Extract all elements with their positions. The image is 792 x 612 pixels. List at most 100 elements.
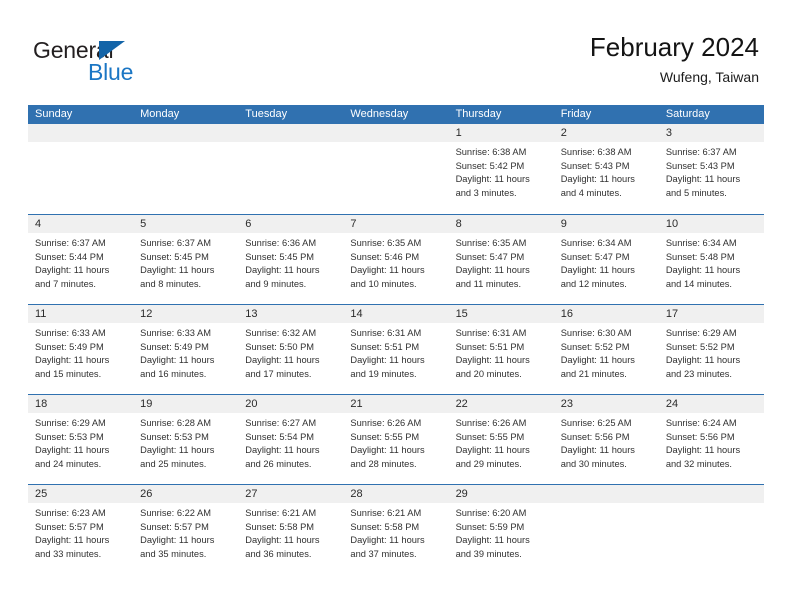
day-number-band: 20: [238, 395, 344, 413]
day-of-week-header-row: Sunday Monday Tuesday Wednesday Thursday…: [28, 105, 764, 124]
day-number-band: 18: [28, 395, 134, 413]
day-sun-info: Sunrise: 6:32 AM Sunset: 5:50 PM Daylight:…: [238, 323, 343, 381]
calendar-day-cell[interactable]: 11 Sunrise: 6:33 AM Sunset: 5:49 PM Dayligh…: [28, 305, 134, 394]
daylight-text-line1: Daylight: 11 hours: [455, 355, 530, 366]
sunset-text: Sunset: 5:56 PM: [560, 431, 630, 442]
calendar-day-cell[interactable]: 21 Sunrise: 6:26 AM Sunset: 5:55 PM Dayligh…: [343, 395, 449, 484]
calendar-day-cell[interactable]: 25 Sunrise: 6:23 AM Sunset: 5:57 PM Dayligh…: [28, 485, 134, 574]
calendar-day-cell[interactable]: 2 Sunrise: 6:38 AM Sunset: 5:43 PM Daylight…: [553, 124, 659, 214]
day-sun-info: Sunrise: 6:38 AM Sunset: 5:43 PM Daylight:…: [554, 142, 659, 200]
calendar-day-cell[interactable]: 4 Sunrise: 6:37 AM Sunset: 5:44 PM Daylight…: [28, 215, 134, 304]
day-number: 18: [35, 398, 48, 410]
day-number: 10: [665, 218, 679, 230]
calendar-day-cell[interactable]: 3 Sunrise: 6:37 AM Sunset: 5:43 PM Daylight…: [658, 124, 764, 214]
day-sun-info: Sunrise: 6:36 AM Sunset: 5:45 PM Daylight:…: [238, 233, 343, 291]
sunset-text: Sunset: 5:51 PM: [350, 341, 420, 352]
day-number: 11: [35, 308, 47, 320]
day-sun-info: Sunrise: 6:27 AM Sunset: 5:54 PM Daylight:…: [238, 413, 343, 471]
daylight-text-line2: and 11 minutes.: [455, 278, 522, 289]
calendar-day-cell[interactable]: 8 Sunrise: 6:35 AM Sunset: 5:47 PM Daylight…: [448, 215, 554, 304]
sunrise-text: Sunrise: 6:37 AM: [140, 238, 211, 248]
calendar-day-cell[interactable]: 29 Sunrise: 6:20 AM Sunset: 5:59 PM Dayligh…: [448, 485, 554, 574]
daylight-text-line2: and 24 minutes.: [35, 458, 102, 469]
sunset-text: Sunset: 5:53 PM: [35, 431, 104, 442]
sunset-text: Sunset: 5:44 PM: [35, 251, 104, 262]
daylight-text-line1: Daylight: 11 hours: [245, 535, 320, 546]
daylight-text-line1: Daylight: 11 hours: [665, 174, 741, 185]
day-number-band: 23: [553, 395, 659, 413]
dow-header-saturday: Saturday: [665, 108, 710, 120]
day-number-band: 4: [28, 215, 134, 233]
calendar-day-cell[interactable]: 9 Sunrise: 6:34 AM Sunset: 5:47 PM Daylight…: [553, 215, 659, 304]
calendar-day-cell[interactable]: 12 Sunrise: 6:33 AM Sunset: 5:49 PM Dayligh…: [133, 305, 239, 394]
sunset-text: Sunset: 5:58 PM: [350, 521, 420, 532]
day-number: 2: [560, 127, 567, 139]
day-number: 12: [140, 308, 153, 320]
calendar-week-row: 4 Sunrise: 6:37 AM Sunset: 5:44 PM Daylight…: [28, 214, 764, 304]
calendar-day-cell[interactable]: 26 Sunrise: 6:22 AM Sunset: 5:57 PM Dayligh…: [133, 485, 239, 574]
calendar-day-cell[interactable]: 6 Sunrise: 6:36 AM Sunset: 5:45 PM Daylight…: [238, 215, 344, 304]
sunrise-text: Sunrise: 6:35 AM: [350, 238, 422, 248]
daylight-text-line2: and 10 minutes.: [350, 278, 417, 289]
sunset-text: Sunset: 5:42 PM: [455, 160, 525, 171]
daylight-text-line2: and 12 minutes.: [560, 278, 627, 289]
sunrise-text: Sunrise: 6:33 AM: [35, 328, 106, 338]
calendar-day-cell[interactable]: 1 Sunrise: 6:38 AM Sunset: 5:42 PM Daylight…: [448, 124, 554, 214]
sunset-text: Sunset: 5:43 PM: [560, 160, 630, 171]
daylight-text-line2: and 7 minutes.: [35, 278, 96, 289]
day-number: 25: [35, 488, 48, 500]
sunrise-text: Sunrise: 6:31 AM: [455, 328, 527, 338]
calendar-day-cell[interactable]: 16 Sunrise: 6:30 AM Sunset: 5:52 PM Dayligh…: [553, 305, 659, 394]
logo-triangle-icon: [99, 41, 125, 60]
calendar-day-cell[interactable]: 27 Sunrise: 6:21 AM Sunset: 5:58 PM Dayligh…: [238, 485, 344, 574]
calendar-day-cell[interactable]: 22 Sunrise: 6:26 AM Sunset: 5:55 PM Dayligh…: [448, 395, 554, 484]
day-number: 15: [455, 308, 468, 320]
day-number-band: 2: [553, 124, 659, 142]
day-number-band: 6: [238, 215, 344, 233]
day-number-band: [553, 485, 659, 503]
calendar-day-cell[interactable]: 23 Sunrise: 6:25 AM Sunset: 5:56 PM Dayligh…: [553, 395, 659, 484]
daylight-text-line1: Daylight: 11 hours: [140, 355, 215, 366]
calendar-day-cell[interactable]: 10 Sunrise: 6:34 AM Sunset: 5:48 PM Dayligh…: [658, 215, 764, 304]
day-number: 7: [350, 218, 357, 230]
calendar-day-cell[interactable]: 5 Sunrise: 6:37 AM Sunset: 5:45 PM Daylight…: [133, 215, 239, 304]
daylight-text-line2: and 33 minutes.: [35, 548, 102, 559]
calendar-day-cell[interactable]: 15 Sunrise: 6:31 AM Sunset: 5:51 PM Dayligh…: [448, 305, 554, 394]
day-sun-info: Sunrise: 6:38 AM Sunset: 5:42 PM Daylight:…: [449, 142, 554, 200]
dow-header-wednesday: Wednesday: [350, 108, 409, 120]
calendar-day-cell[interactable]: 18 Sunrise: 6:29 AM Sunset: 5:53 PM Dayligh…: [28, 395, 134, 484]
sunrise-text: Sunrise: 6:25 AM: [560, 418, 632, 428]
calendar-week-row: 11 Sunrise: 6:33 AM Sunset: 5:49 PM Dayligh…: [28, 304, 764, 394]
day-number-band: 1: [448, 124, 554, 142]
day-number: 16: [560, 308, 573, 320]
daylight-text-line1: Daylight: 11 hours: [140, 265, 215, 276]
daylight-text-line2: and 26 minutes.: [245, 458, 312, 469]
daylight-text-line1: Daylight: 11 hours: [350, 445, 425, 456]
day-number-band: 5: [133, 215, 239, 233]
day-number: 9: [560, 218, 567, 230]
daylight-text-line2: and 4 minutes.: [560, 187, 622, 198]
sunrise-text: Sunrise: 6:34 AM: [665, 238, 737, 248]
calendar-day-cell[interactable]: 20 Sunrise: 6:27 AM Sunset: 5:54 PM Dayligh…: [238, 395, 344, 484]
calendar-day-cell[interactable]: 7 Sunrise: 6:35 AM Sunset: 5:46 PM Daylight…: [343, 215, 449, 304]
calendar-day-cell[interactable]: 14 Sunrise: 6:31 AM Sunset: 5:51 PM Dayligh…: [343, 305, 449, 394]
general-blue-logo: General Blue: [33, 37, 213, 89]
calendar-day-cell[interactable]: 13 Sunrise: 6:32 AM Sunset: 5:50 PM Dayligh…: [238, 305, 344, 394]
calendar-day-cell[interactable]: 19 Sunrise: 6:28 AM Sunset: 5:53 PM Dayligh…: [133, 395, 239, 484]
dow-header-sunday: Sunday: [35, 108, 73, 120]
sunset-text: Sunset: 5:47 PM: [455, 251, 525, 262]
daylight-text-line2: and 20 minutes.: [455, 368, 522, 379]
sunrise-text: Sunrise: 6:33 AM: [140, 328, 211, 338]
day-number: 13: [245, 308, 258, 320]
day-sun-info: Sunrise: 6:21 AM Sunset: 5:58 PM Daylight:…: [343, 503, 448, 561]
calendar-day-cell[interactable]: 24 Sunrise: 6:24 AM Sunset: 5:56 PM Dayligh…: [658, 395, 764, 484]
sunset-text: Sunset: 5:43 PM: [665, 160, 735, 171]
day-number-band: 25: [28, 485, 134, 503]
daylight-text-line2: and 28 minutes.: [350, 458, 417, 469]
sunrise-text: Sunrise: 6:28 AM: [140, 418, 211, 428]
day-sun-info: Sunrise: 6:26 AM Sunset: 5:55 PM Daylight:…: [343, 413, 448, 471]
calendar-day-cell[interactable]: 28 Sunrise: 6:21 AM Sunset: 5:58 PM Dayligh…: [343, 485, 449, 574]
calendar-day-cell[interactable]: 17 Sunrise: 6:29 AM Sunset: 5:52 PM Dayligh…: [658, 305, 764, 394]
daylight-text-line2: and 36 minutes.: [245, 548, 312, 559]
dow-header-tuesday: Tuesday: [245, 108, 288, 120]
